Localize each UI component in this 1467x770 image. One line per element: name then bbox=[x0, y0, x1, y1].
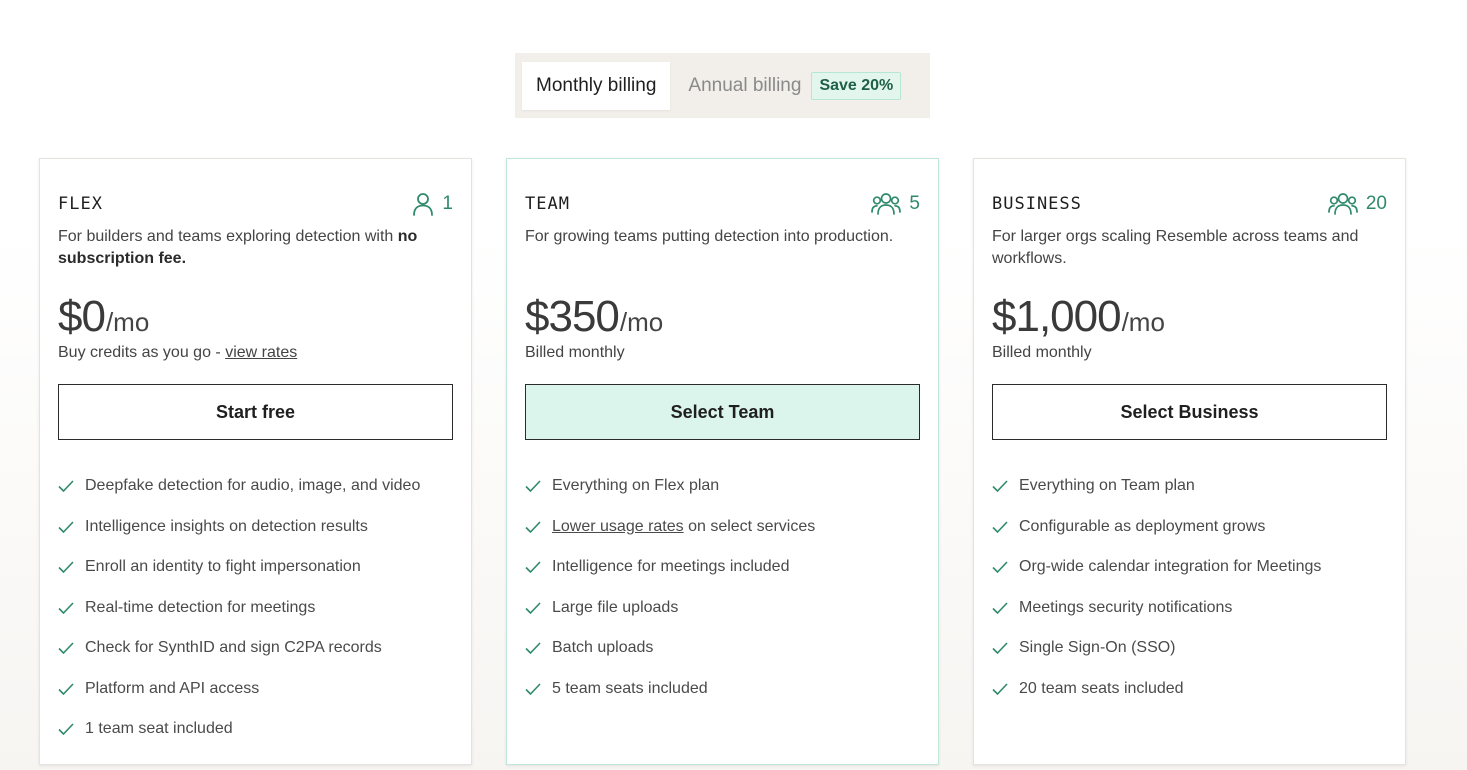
check-icon bbox=[992, 480, 1010, 493]
check-icon bbox=[525, 602, 543, 614]
feature-item: Org-wide calendar integration for Meetin… bbox=[992, 547, 1387, 588]
feature-item: Configurable as deployment grows bbox=[992, 507, 1387, 548]
plan-name: TEAM bbox=[525, 194, 570, 214]
check-icon bbox=[58, 683, 76, 695]
feature-item: Real-time detection for meetings bbox=[58, 588, 453, 629]
plan-description: For larger orgs scaling Resemble across … bbox=[992, 228, 1359, 267]
feature-list: Everything on Flex plan Lower usage rate… bbox=[525, 466, 920, 709]
check-icon bbox=[992, 602, 1010, 614]
check-icon bbox=[58, 602, 76, 614]
check-icon bbox=[525, 480, 543, 493]
check-icon bbox=[525, 561, 543, 574]
check-icon bbox=[992, 642, 1010, 655]
billing-note: Billed monthly bbox=[992, 344, 1092, 361]
seat-count: 20 bbox=[1328, 192, 1387, 216]
user-icon bbox=[412, 192, 434, 216]
check-icon bbox=[525, 521, 543, 533]
check-icon bbox=[58, 642, 76, 655]
price-amount: $0 bbox=[58, 292, 106, 341]
seat-number: 1 bbox=[442, 193, 453, 214]
check-icon bbox=[992, 521, 1010, 533]
annual-billing-tab[interactable]: Annual billing bbox=[670, 62, 811, 110]
plan-name: BUSINESS bbox=[992, 194, 1082, 214]
price-amount: $350 bbox=[525, 292, 620, 341]
start-free-button[interactable]: Start free bbox=[58, 384, 453, 440]
feature-item: Everything on Team plan bbox=[992, 466, 1387, 507]
plan-card-flex: FLEX 1 For builders and teams exploring … bbox=[39, 158, 472, 765]
price-unit: /mo bbox=[105, 307, 150, 337]
users-icon bbox=[871, 192, 902, 216]
monthly-billing-tab[interactable]: Monthly billing bbox=[522, 61, 671, 110]
feature-item: Intelligence for meetings included bbox=[525, 547, 920, 588]
feature-item: Platform and API access bbox=[58, 669, 453, 710]
feature-item: Intelligence insights on detection resul… bbox=[58, 507, 453, 548]
plan-description: For growing teams putting detection into… bbox=[525, 228, 894, 245]
feature-list: Everything on Team plan Configurable as … bbox=[992, 466, 1387, 709]
check-icon bbox=[992, 561, 1010, 574]
plan-card-business: BUSINESS 20 For larger orgs scaling Rese… bbox=[973, 158, 1406, 765]
plan-price: $350 /mo bbox=[525, 292, 920, 341]
feature-item: Everything on Flex plan bbox=[525, 466, 920, 507]
feature-item: Large file uploads bbox=[525, 588, 920, 629]
seat-count: 1 bbox=[412, 192, 453, 216]
check-icon bbox=[58, 521, 76, 533]
feature-item: 1 team seat included bbox=[58, 709, 453, 750]
feature-item: 5 team seats included bbox=[525, 669, 920, 710]
feature-item: Meetings security notifications bbox=[992, 588, 1387, 629]
feature-item: Enroll an identity to fight impersonatio… bbox=[58, 547, 453, 588]
check-icon bbox=[58, 480, 76, 493]
feature-item: Single Sign-On (SSO) bbox=[992, 628, 1387, 669]
feature-list: Deepfake detection for audio, image, and… bbox=[58, 466, 453, 750]
plan-card-team: TEAM 5 For growing teams putting detecti… bbox=[506, 158, 939, 765]
check-icon bbox=[525, 642, 543, 655]
seat-number: 20 bbox=[1365, 193, 1387, 214]
feature-item: Lower usage rates on select services bbox=[525, 507, 920, 548]
billing-note: Billed monthly bbox=[525, 344, 625, 361]
feature-item: Deepfake detection for audio, image, and… bbox=[58, 466, 453, 507]
users-icon bbox=[1328, 192, 1358, 216]
check-icon bbox=[525, 683, 543, 695]
price-unit: /mo bbox=[1121, 307, 1165, 337]
price-unit: /mo bbox=[619, 307, 664, 337]
billing-toggle: Monthly billing Annual billing Save 20% bbox=[515, 53, 930, 118]
seat-count: 5 bbox=[871, 192, 920, 216]
plan-description: For builders and teams exploring detecti… bbox=[58, 228, 418, 267]
feature-item: 20 team seats included bbox=[992, 669, 1387, 710]
save-badge: Save 20% bbox=[811, 71, 902, 100]
feature-item: Check for SynthID and sign C2PA records bbox=[58, 628, 453, 669]
plan-price: $1,000 /mo bbox=[992, 292, 1387, 341]
check-icon bbox=[58, 723, 76, 736]
check-icon bbox=[992, 683, 1010, 695]
select-business-button[interactable]: Select Business bbox=[992, 384, 1387, 440]
plan-price: $0 /mo bbox=[58, 292, 453, 341]
billing-note: Buy credits as you go - view rates bbox=[58, 344, 298, 361]
check-icon bbox=[58, 561, 76, 574]
plan-name: FLEX bbox=[58, 194, 103, 214]
lower-usage-rates-link[interactable]: Lower usage rates bbox=[552, 518, 684, 535]
select-team-button[interactable]: Select Team bbox=[525, 384, 920, 440]
seat-number: 5 bbox=[909, 193, 920, 214]
feature-item: Batch uploads bbox=[525, 628, 920, 669]
view-rates-link[interactable]: view rates bbox=[225, 344, 297, 361]
price-amount: $1,000 bbox=[992, 292, 1122, 341]
